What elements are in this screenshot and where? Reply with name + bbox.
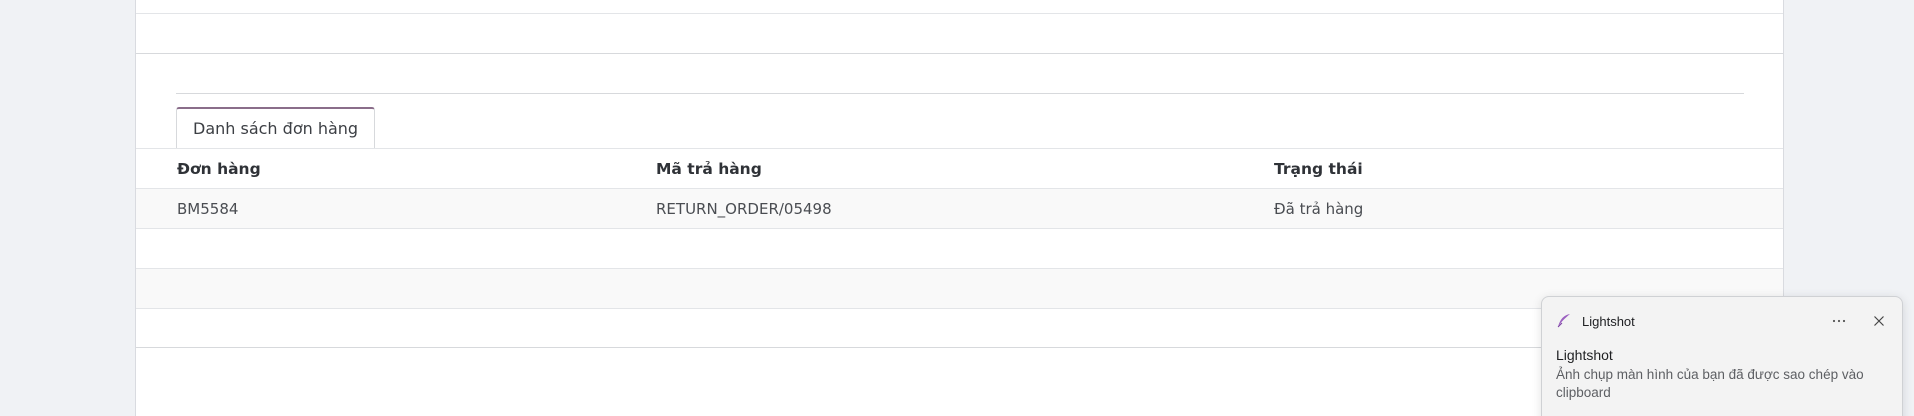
empty-row <box>136 308 1783 348</box>
column-header-order[interactable]: Đơn hàng <box>177 149 261 189</box>
notification-app-name: Lightshot <box>1582 313 1635 329</box>
empty-row <box>136 228 1783 268</box>
form-sheet: Danh sách đơn hàng Đơn hàng Mã trả hàng … <box>135 0 1784 416</box>
order-cell: BM5584 <box>177 200 239 218</box>
column-header-return-code[interactable]: Mã trả hàng <box>656 149 762 189</box>
notification-title: Lightshot <box>1556 347 1613 363</box>
return-code-cell: RETURN_ORDER/05498 <box>656 200 832 218</box>
close-icon[interactable] <box>1870 312 1888 330</box>
order-table: Đơn hàng Mã trả hàng Trạng thái BM5584 R… <box>136 148 1783 348</box>
ellipsis-icon[interactable] <box>1830 312 1848 330</box>
table-row[interactable]: BM5584 RETURN_ORDER/05498 Đã trả hàng <box>136 188 1783 228</box>
tab-order-list[interactable]: Danh sách đơn hàng <box>176 107 376 148</box>
feather-icon <box>1556 313 1572 329</box>
page: Danh sách đơn hàng Đơn hàng Mã trả hàng … <box>0 0 1914 416</box>
notification-header: Lightshot <box>1556 311 1888 331</box>
table-header-row: Đơn hàng Mã trả hàng Trạng thái <box>136 148 1783 188</box>
notification-message: Ảnh chụp màn hình của bạn đã được sao ch… <box>1556 367 1864 400</box>
divider <box>136 13 1783 14</box>
notification-toast[interactable]: Lightshot Lightshot Ảnh chụp màn hình củ… <box>1541 296 1903 416</box>
empty-row <box>136 268 1783 308</box>
status-cell: Đã trả hàng <box>1274 200 1364 218</box>
column-header-status[interactable]: Trạng thái <box>1274 149 1363 189</box>
divider <box>136 53 1783 54</box>
notebook-divider <box>176 93 1744 94</box>
